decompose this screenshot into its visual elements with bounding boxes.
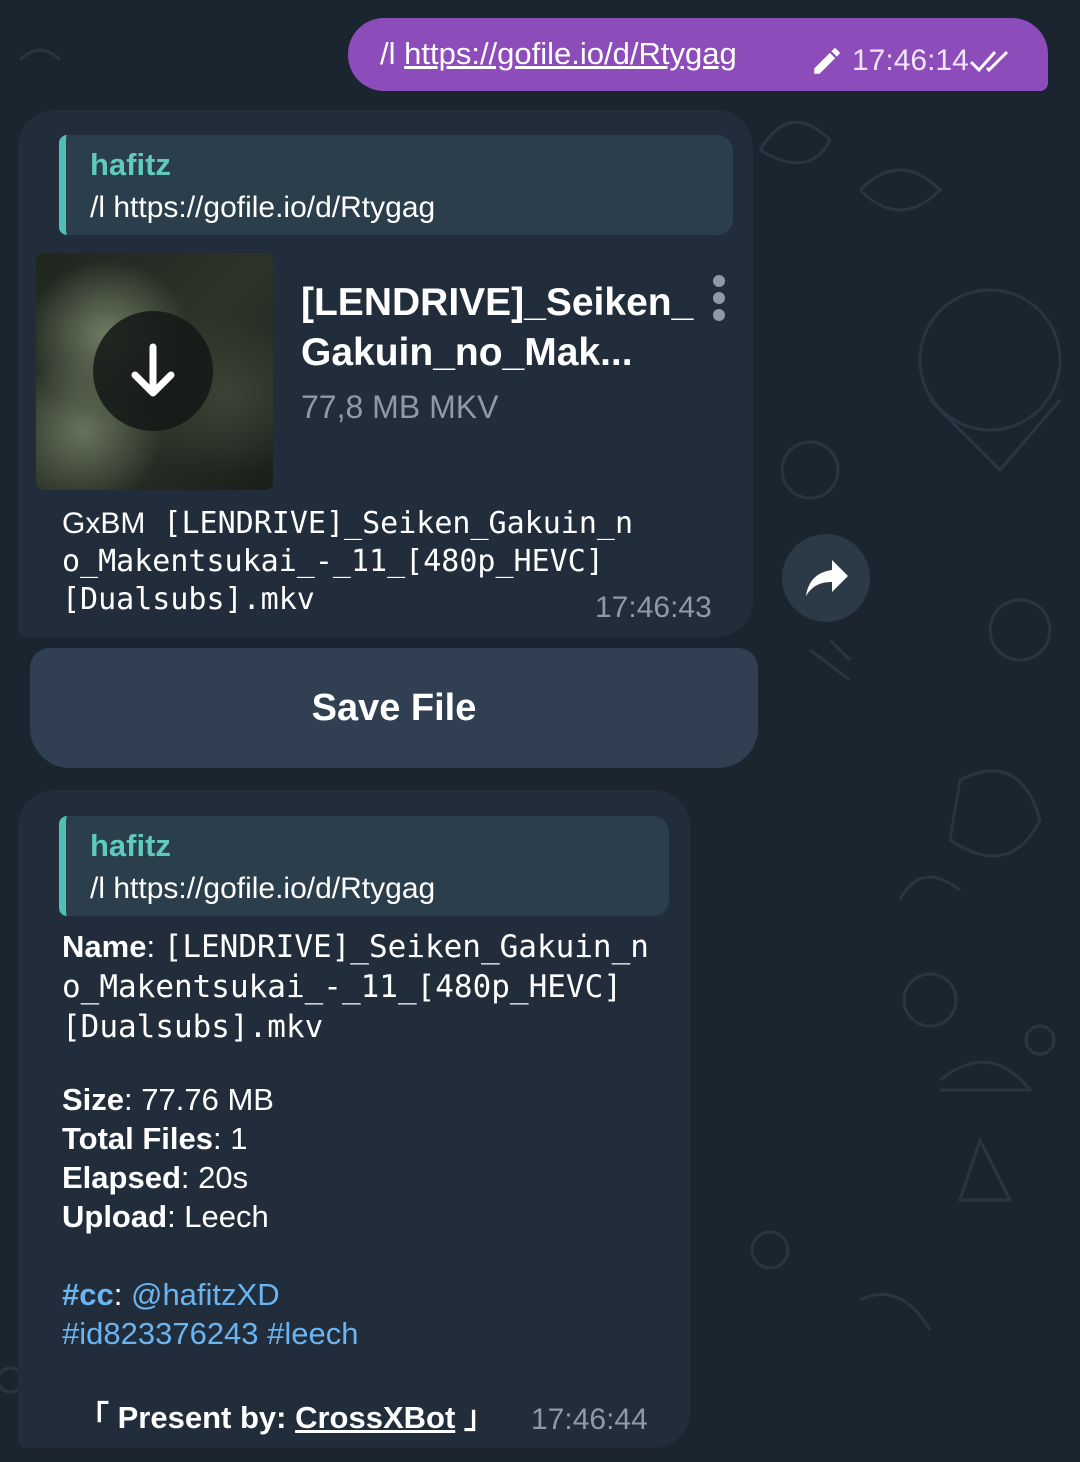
reply-quote[interactable]: hafitz /l https://gofile.io/d/Rtygag	[59, 135, 733, 235]
total-files-value: 1	[230, 1121, 248, 1156]
upload-label: Upload	[62, 1199, 168, 1234]
total-files-label: Total Files	[62, 1121, 214, 1156]
outgoing-message-time: 17:46:14	[852, 44, 969, 77]
file-caption: GxBM [LENDRIVE]_Seiken_Gakuin_n o_Makent…	[62, 505, 633, 619]
share-button[interactable]	[782, 534, 870, 622]
info-message-time: 17:46:44	[531, 1403, 648, 1436]
upload-value: Leech	[184, 1199, 269, 1234]
name-label: Name	[62, 929, 147, 964]
name-line-1: [LENDRIVE]_Seiken_Gakuin_n	[163, 929, 649, 965]
name-line-2: o_Makentsukai_-_11_[480p_HEVC]	[62, 969, 622, 1005]
download-button[interactable]	[93, 311, 213, 431]
reply-message-text-2: /l https://gofile.io/d/Rtygag	[90, 872, 436, 905]
present-close: 」	[463, 1400, 495, 1435]
gofile-link[interactable]: https://gofile.io/d/Rtygag	[404, 36, 737, 71]
cc-user-mention[interactable]: @hafitzXD	[131, 1277, 280, 1312]
size-row: Size: 77.76 MB	[62, 1082, 274, 1117]
outgoing-message-bubble[interactable]: /l https://gofile.io/d/Rtygag 17:46:14	[348, 18, 1048, 91]
cc-row: #cc: @hafitzXD	[62, 1277, 280, 1312]
leech-hashtag[interactable]: #leech	[267, 1316, 358, 1351]
size-value: 77.76 MB	[141, 1082, 274, 1117]
double-check-read-icon	[969, 46, 1017, 76]
cc-hashtag[interactable]: #cc	[62, 1277, 114, 1312]
caption-line-3: [Dualsubs].mkv	[62, 582, 315, 617]
id-row: #id823376243 #leech	[62, 1314, 359, 1353]
size-label: Size	[62, 1082, 125, 1117]
more-options-icon[interactable]	[711, 275, 727, 325]
details-list: Size: 77.76 MB Total Files: 1 Elapsed: 2…	[62, 1080, 274, 1236]
reply-sender-name-2: hafitz	[90, 828, 171, 863]
name-line-3: [Dualsubs].mkv	[62, 1009, 324, 1045]
forward-arrow-icon	[806, 560, 848, 596]
elapsed-value: 20s	[198, 1160, 249, 1195]
reply-message-text: /l https://gofile.io/d/Rtygag	[90, 191, 436, 224]
elapsed-label: Elapsed	[62, 1160, 181, 1195]
caption-line-1: [LENDRIVE]_Seiken_Gakuin_n	[163, 506, 634, 541]
file-thumbnail[interactable]	[36, 253, 273, 490]
file-message-time: 17:46:43	[595, 591, 712, 624]
name-field: Name: [LENDRIVE]_Seiken_Gakuin_n o_Maken…	[62, 929, 649, 1045]
tags-block: #cc: @hafitzXD #id823376243 #leech	[62, 1275, 359, 1353]
file-size-type: 77,8 MB MKV	[301, 389, 499, 425]
total-files-row: Total Files: 1	[62, 1121, 248, 1156]
reply-quote-2[interactable]: hafitz /l https://gofile.io/d/Rtygag	[59, 816, 669, 916]
outgoing-message-text: /l https://gofile.io/d/Rtygag	[380, 36, 737, 72]
crossxbot-link[interactable]: CrossXBot	[295, 1400, 455, 1435]
edited-pencil-icon	[810, 44, 844, 78]
caption-line-2: o_Makentsukai_-_11_[480p_HEVC]	[62, 544, 604, 579]
caption-prefix: GxBM	[62, 507, 146, 540]
elapsed-row: Elapsed: 20s	[62, 1160, 249, 1195]
reply-sender-name: hafitz	[90, 147, 171, 182]
id-hashtag[interactable]: #id823376243	[62, 1316, 259, 1351]
outgoing-message-meta: 17:46:14	[810, 44, 1017, 78]
arrow-down-icon	[131, 343, 175, 397]
present-open: 「 Present by:	[78, 1400, 287, 1435]
command-text: /l	[380, 36, 396, 71]
present-by-line: 「 Present by: CrossXBot 」	[78, 1392, 495, 1437]
upload-row: Upload: Leech	[62, 1199, 269, 1234]
file-name-title: [LENDRIVE]_Seiken_ Gakuin_no_Mak...	[301, 281, 694, 374]
save-file-button[interactable]: Save File	[30, 648, 758, 768]
